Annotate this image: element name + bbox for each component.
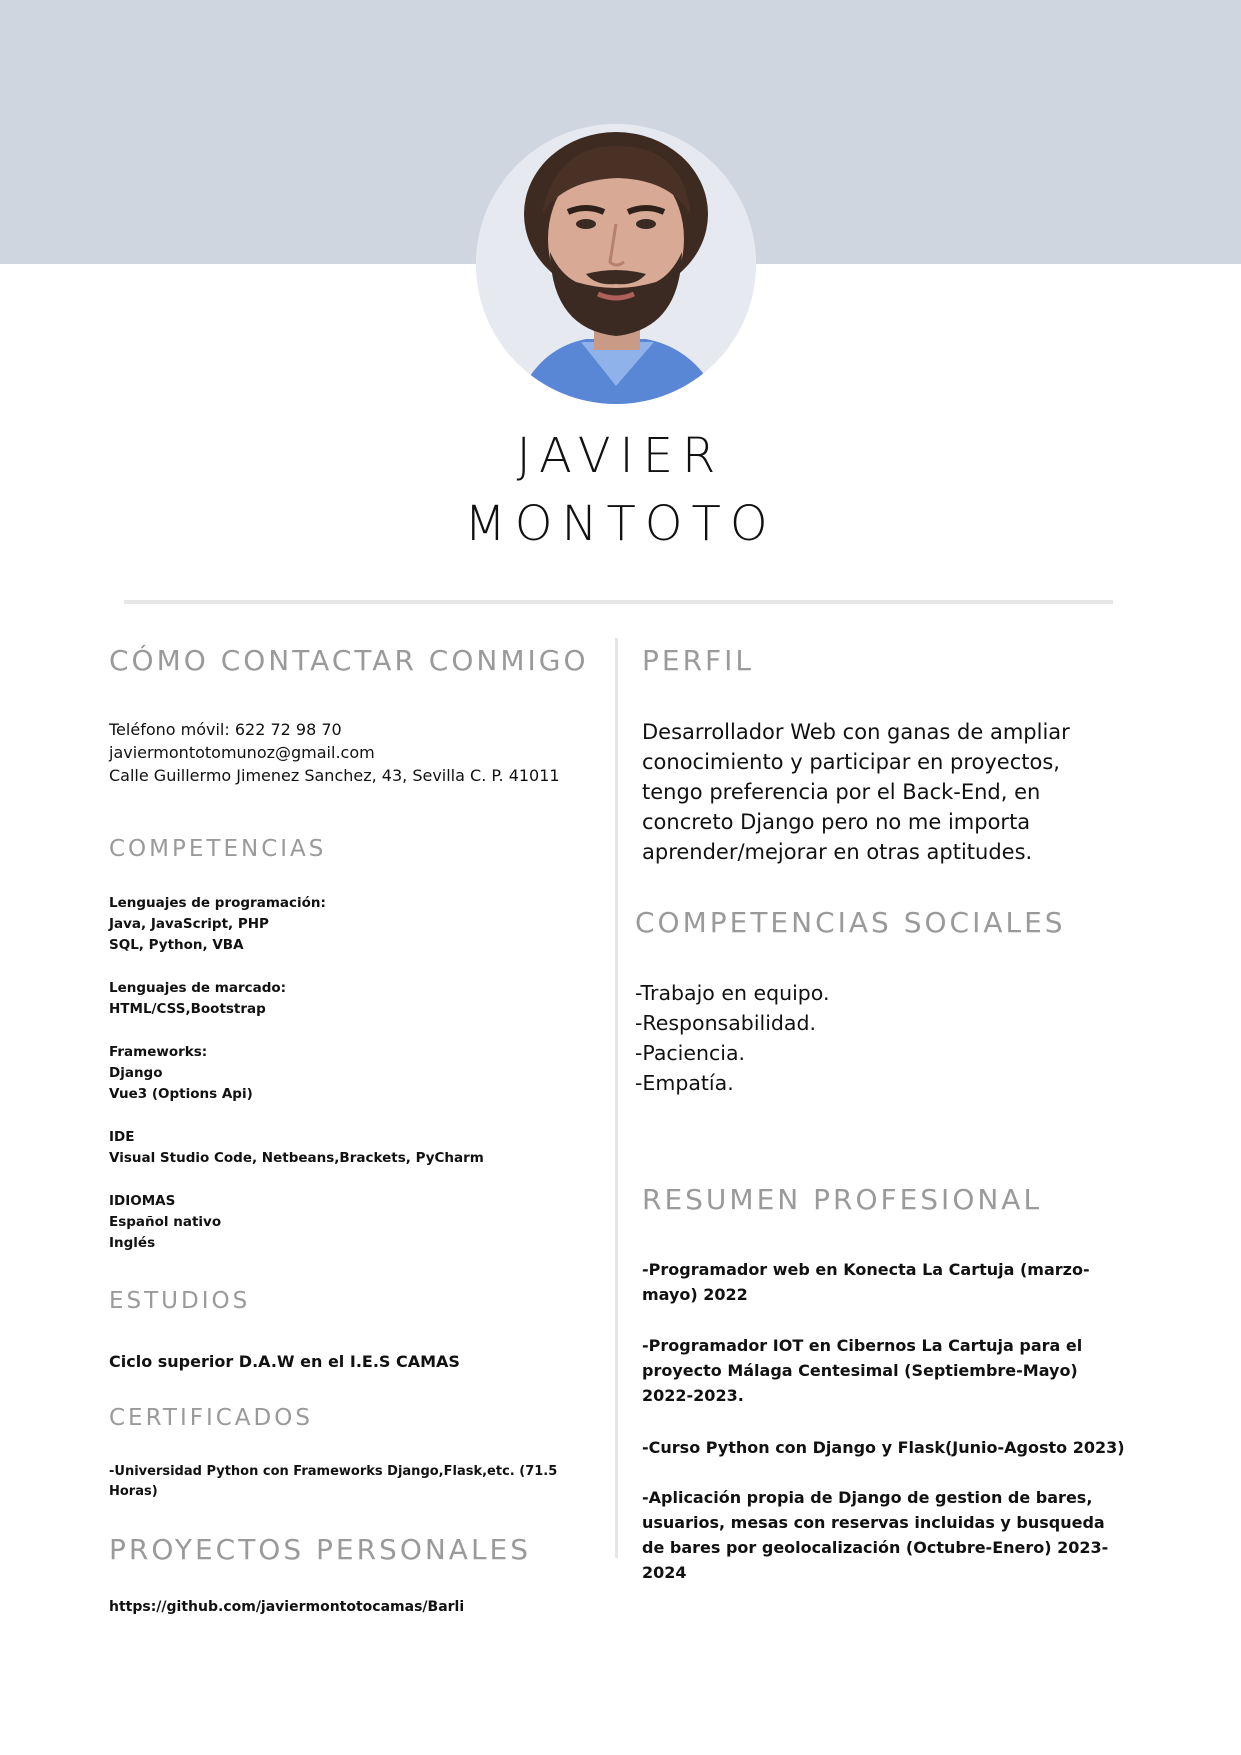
skill-group-title: Lenguajes de programación: <box>109 895 326 911</box>
summary-item: -Programador IOT en Cibernos La Cartuja … <box>642 1336 1083 1405</box>
profile-photo-icon <box>476 124 756 404</box>
profile-photo <box>476 124 756 404</box>
summary-heading: RESUMEN PROFESIONAL <box>642 1183 1043 1216</box>
contact-heading: CÓMO CONTACTAR CONMIGO <box>109 644 589 677</box>
skill-line: Java, JavaScript, PHP <box>109 916 269 932</box>
certificate-line: Horas) <box>109 1484 158 1499</box>
skill-line: Inglés <box>109 1235 156 1251</box>
certificate-line: -Universidad Python con Frameworks Djang… <box>109 1464 558 1479</box>
project-link[interactable]: https://github.com/javiermontotocamas/Ba… <box>109 1597 464 1617</box>
summary-item: -Curso Python con Django y Flask(Junio-A… <box>642 1438 1125 1457</box>
contact-phone: Teléfono móvil: 622 72 98 70 <box>109 720 342 739</box>
skill-line: Español nativo <box>109 1214 222 1230</box>
social-item: -Paciencia. <box>635 1041 746 1065</box>
social-item: -Trabajo en equipo. <box>635 981 830 1005</box>
social-item: -Empatía. <box>635 1071 734 1095</box>
skill-line: Visual Studio Code, Netbeans,Brackets, P… <box>109 1150 484 1166</box>
social-heading: COMPETENCIAS SOCIALES <box>635 906 1066 939</box>
certificates-heading: CERTIFICADOS <box>109 1405 313 1431</box>
profile-text: Desarrollador Web con ganas de ampliar c… <box>642 720 1070 864</box>
skill-group-title: IDIOMAS <box>109 1193 176 1209</box>
skill-group-title: IDE <box>109 1129 135 1145</box>
studies-heading: ESTUDIOS <box>109 1288 251 1314</box>
column-divider <box>615 638 618 1558</box>
skill-group-title: Frameworks: <box>109 1044 208 1060</box>
skill-line: Django <box>109 1065 163 1081</box>
summary-item: -Aplicación propia de Django de gestion … <box>642 1488 1109 1582</box>
skills-heading: COMPETENCIAS <box>109 836 327 862</box>
skill-line: Vue3 (Options Api) <box>109 1086 253 1102</box>
contact-email[interactable]: javiermontotomunoz@gmail.com <box>109 741 375 764</box>
studies-item: Ciclo superior D.A.W en el I.E.S CAMAS <box>109 1352 460 1371</box>
last-name: MONTOTO <box>464 496 777 552</box>
skill-line: HTML/CSS,Bootstrap <box>109 1001 266 1017</box>
skill-group-title: Lenguajes de marcado: <box>109 980 287 996</box>
skill-line: SQL, Python, VBA <box>109 937 244 953</box>
summary-item: -Programador web en Konecta La Cartuja (… <box>642 1260 1090 1304</box>
first-name: JAVIER <box>516 428 725 484</box>
contact-address: Calle Guillermo Jimenez Sanchez, 43, Sev… <box>109 766 560 785</box>
projects-heading: PROYECTOS PERSONALES <box>109 1533 532 1566</box>
social-item: -Responsabilidad. <box>635 1011 817 1035</box>
profile-heading: PERFIL <box>642 644 754 677</box>
header-divider <box>124 600 1113 604</box>
